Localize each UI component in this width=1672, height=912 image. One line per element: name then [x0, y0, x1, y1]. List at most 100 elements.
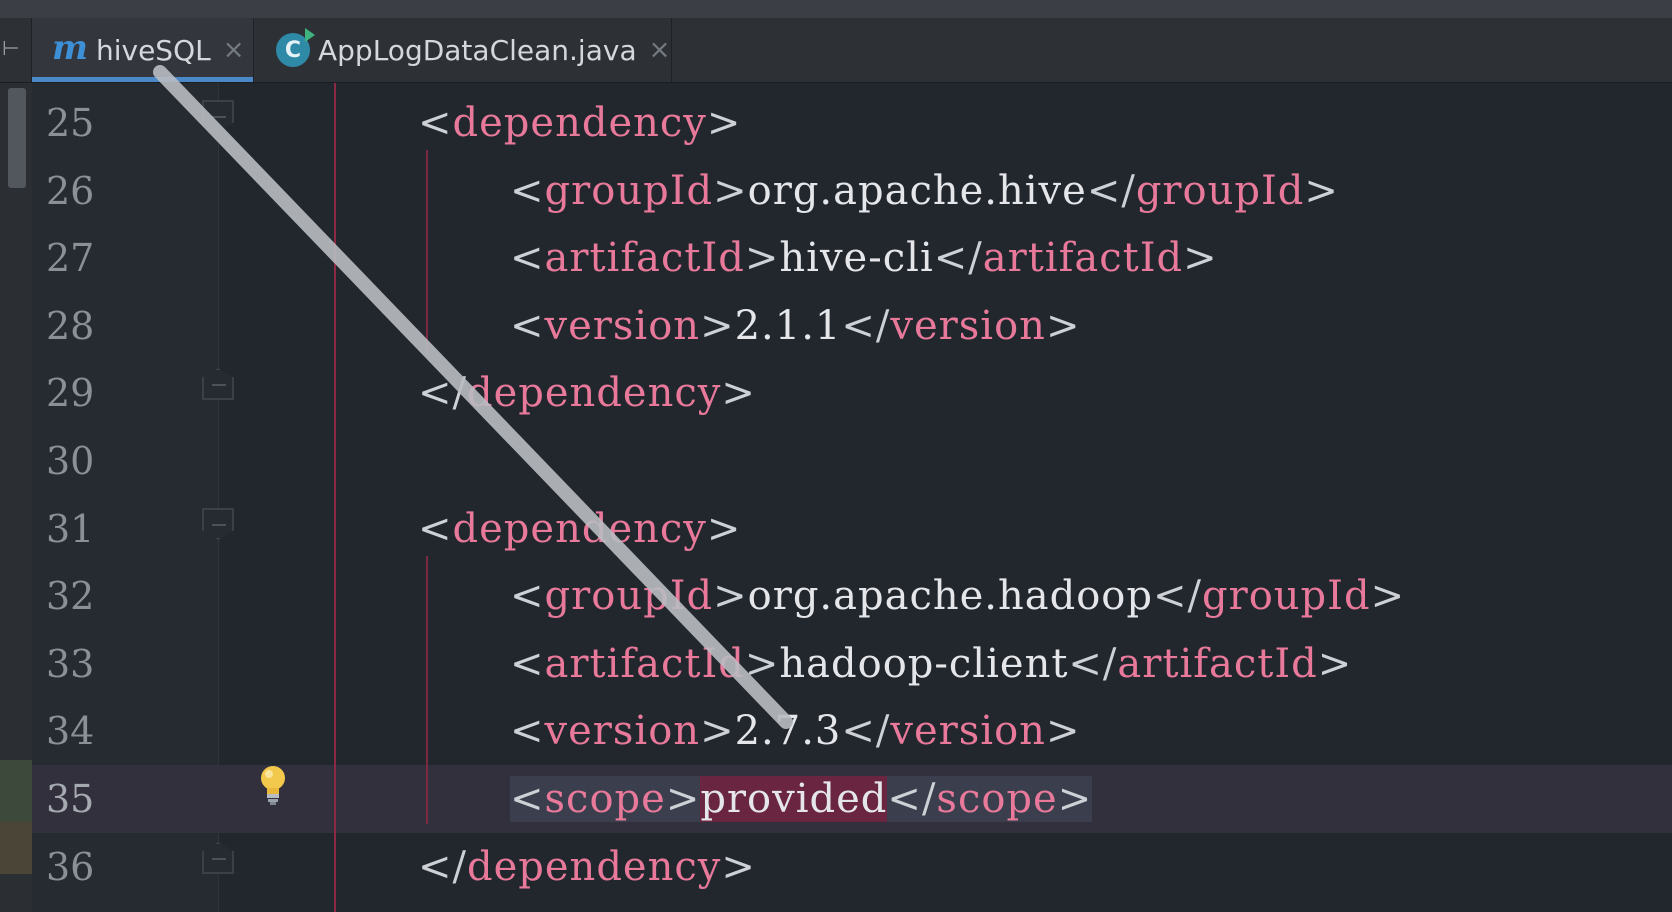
- tab-bar-left-handle[interactable]: ⊢: [0, 18, 32, 82]
- close-icon[interactable]: ×: [223, 35, 245, 65]
- xml-text-value: hive-cli: [779, 235, 934, 282]
- code-line[interactable]: 30: [32, 427, 1672, 495]
- xml-bracket: >: [700, 302, 735, 349]
- xml-bracket: <: [510, 708, 545, 755]
- xml-bracket: <: [510, 167, 545, 214]
- line-number: 35: [46, 777, 95, 821]
- right-margin-ruler: [334, 83, 336, 912]
- code-text: <dependency>: [418, 495, 741, 563]
- code-text: <version>2.1.1</version>: [510, 292, 1080, 360]
- xml-text-value: provided: [700, 776, 888, 822]
- java-class-icon: C: [276, 28, 315, 67]
- xml-tag-name: artifactId: [544, 640, 745, 687]
- xml-bracket: </: [841, 708, 891, 755]
- xml-text-value: 2.1.1: [734, 302, 842, 349]
- tab-label: hiveSQL: [95, 33, 211, 67]
- xml-tag-name: dependency: [467, 370, 722, 417]
- change-marker-modified: [0, 822, 32, 874]
- xml-tag-name: artifactId: [544, 235, 745, 282]
- xml-bracket: >: [713, 573, 748, 620]
- xml-text-value: org.apache.hadoop: [747, 573, 1153, 620]
- gutter-divider: [218, 83, 219, 912]
- code-line[interactable]: 27 <artifactId>hive-cli</artifactId>: [32, 224, 1672, 292]
- code-line[interactable]: 28 <version>2.1.1</version>: [32, 292, 1672, 360]
- xml-tag-name: version: [890, 302, 1046, 349]
- xml-bracket: >: [1304, 167, 1339, 214]
- xml-bracket: >: [665, 776, 701, 822]
- code-line[interactable]: 25 <dependency>: [32, 89, 1672, 157]
- line-number: 31: [46, 506, 95, 551]
- code-line[interactable]: 34 <version>2.7.3</version>: [32, 697, 1672, 765]
- line-number: 27: [46, 236, 95, 281]
- code-line[interactable]: 29 </dependency>: [32, 359, 1672, 427]
- indent-guide: [426, 150, 428, 354]
- xml-bracket: >: [1370, 573, 1406, 620]
- line-number: 29: [46, 371, 95, 416]
- editor-window: ⊢ m hiveSQL × C AppLogDataClean.java × 2…: [0, 0, 1672, 912]
- code-line[interactable]: 36 </dependency>: [32, 833, 1672, 901]
- xml-bracket: >: [713, 167, 748, 214]
- xml-text-value: org.apache.hive: [747, 167, 1087, 214]
- code-text: <groupId>org.apache.hive</groupId>: [510, 157, 1339, 225]
- tab-hivesql[interactable]: m hiveSQL ×: [32, 18, 254, 82]
- lightbulb-icon[interactable]: [258, 764, 288, 806]
- xml-text-value: hadoop-client: [779, 640, 1069, 687]
- code-text: </dependency>: [418, 359, 756, 427]
- code-text: <scope>provided</scope>: [510, 765, 1093, 833]
- xml-bracket: >: [1045, 708, 1081, 755]
- xml-tag-name: artifactId: [1117, 640, 1318, 687]
- maven-m-icon: m: [52, 28, 88, 68]
- xml-bracket: >: [1045, 302, 1081, 349]
- line-number: 32: [46, 574, 95, 619]
- code-line[interactable]: 32 <groupId>org.apache.hadoop</groupId>: [32, 562, 1672, 630]
- xml-bracket: <: [418, 505, 453, 552]
- xml-tag-name: groupId: [1135, 167, 1305, 214]
- line-number: 36: [46, 844, 95, 889]
- xml-bracket: </: [1068, 640, 1118, 687]
- xml-bracket: >: [744, 640, 780, 687]
- xml-bracket: </: [841, 302, 891, 349]
- xml-bracket: >: [706, 100, 742, 146]
- code-line[interactable]: 26 <groupId>org.apache.hive</groupId>: [32, 157, 1672, 225]
- close-icon[interactable]: ×: [649, 35, 671, 65]
- xml-tag-name: scope: [936, 776, 1058, 822]
- tab-applogdataclean[interactable]: C AppLogDataClean.java ×: [254, 18, 672, 82]
- line-number: 33: [46, 641, 95, 686]
- xml-bracket: >: [721, 370, 756, 417]
- xml-bracket: </: [1086, 167, 1136, 214]
- code-text: </dependency>: [418, 833, 756, 901]
- xml-bracket: >: [1317, 640, 1353, 687]
- line-number: 30: [46, 439, 95, 483]
- xml-tag-name: version: [890, 708, 1046, 755]
- indent-guide: [426, 556, 428, 824]
- code-text: <artifactId>hadoop-client</artifactId>: [510, 630, 1352, 698]
- change-marker-added: [0, 760, 32, 822]
- line-number: 26: [46, 168, 95, 213]
- xml-bracket: </: [933, 235, 983, 282]
- xml-bracket: >: [700, 708, 735, 755]
- xml-tag-name: groupId: [1201, 573, 1371, 620]
- xml-tag-name: groupId: [544, 573, 714, 620]
- xml-bracket: >: [1057, 776, 1093, 822]
- code-line[interactable]: 31 <dependency>: [32, 495, 1672, 563]
- xml-tag-name: dependency: [452, 505, 707, 552]
- xml-tag-name: groupId: [544, 167, 714, 214]
- xml-tag-name: dependency: [467, 843, 722, 890]
- xml-bracket: <: [510, 776, 545, 822]
- window-top-strip: [0, 0, 1672, 18]
- xml-tag-name: artifactId: [982, 235, 1184, 282]
- xml-bracket: >: [1183, 235, 1218, 282]
- xml-tag-name: version: [544, 708, 701, 755]
- xml-bracket: <: [510, 573, 545, 620]
- xml-bracket: </: [418, 843, 467, 890]
- line-number: 25: [46, 101, 95, 145]
- code-text: <version>2.7.3</version>: [510, 697, 1080, 765]
- xml-tag-name: scope: [544, 776, 666, 822]
- scroll-thumb[interactable]: [8, 88, 26, 188]
- code-text: <artifactId>hive-cli</artifactId>: [510, 224, 1218, 292]
- xml-bracket: <: [510, 235, 545, 282]
- xml-tag-name: dependency: [452, 100, 707, 146]
- xml-bracket: >: [721, 843, 756, 890]
- xml-bracket: >: [706, 505, 742, 552]
- code-line[interactable]: 33 <artifactId>hadoop-client</artifactId>: [32, 630, 1672, 698]
